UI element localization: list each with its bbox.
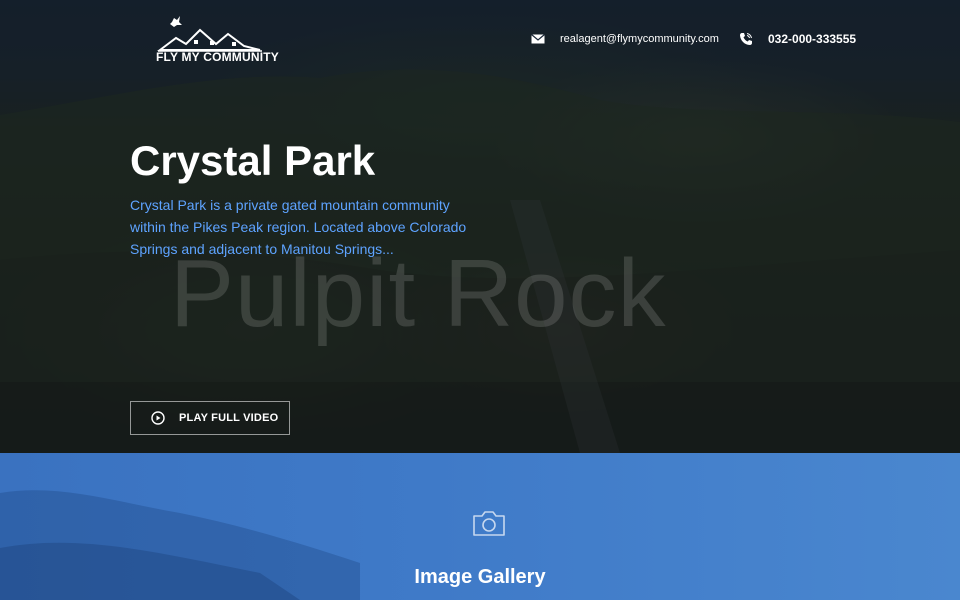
- logo-text: FLY MY COMMUNITY: [156, 50, 279, 64]
- play-button-label: PLAY FULL VIDEO: [179, 412, 279, 424]
- camera-icon: [473, 511, 505, 536]
- hero-watermark-text: Pulpit Rock: [170, 240, 667, 347]
- play-full-video-button[interactable]: PLAY FULL VIDEO: [130, 401, 290, 435]
- hero-description: Crystal Park is a private gated mountain…: [130, 197, 467, 257]
- envelope-icon: [531, 34, 545, 44]
- phone-number[interactable]: 032-000-333555: [768, 32, 856, 46]
- email-link[interactable]: realagent@flymycommunity.com: [560, 33, 719, 45]
- page: FLY MY COMMUNITY realagent@flymycommunit…: [0, 0, 960, 600]
- header-phone[interactable]: 032-000-333555: [739, 32, 856, 46]
- header-email[interactable]: realagent@flymycommunity.com: [531, 32, 719, 46]
- logo-emblem-icon: [157, 16, 262, 52]
- gallery-title: Image Gallery: [414, 566, 546, 588]
- page-title: Crystal Park: [130, 137, 376, 184]
- site-logo[interactable]: FLY MY COMMUNITY: [156, 10, 279, 66]
- phone-icon: [740, 33, 752, 45]
- play-circle-icon: [151, 411, 165, 425]
